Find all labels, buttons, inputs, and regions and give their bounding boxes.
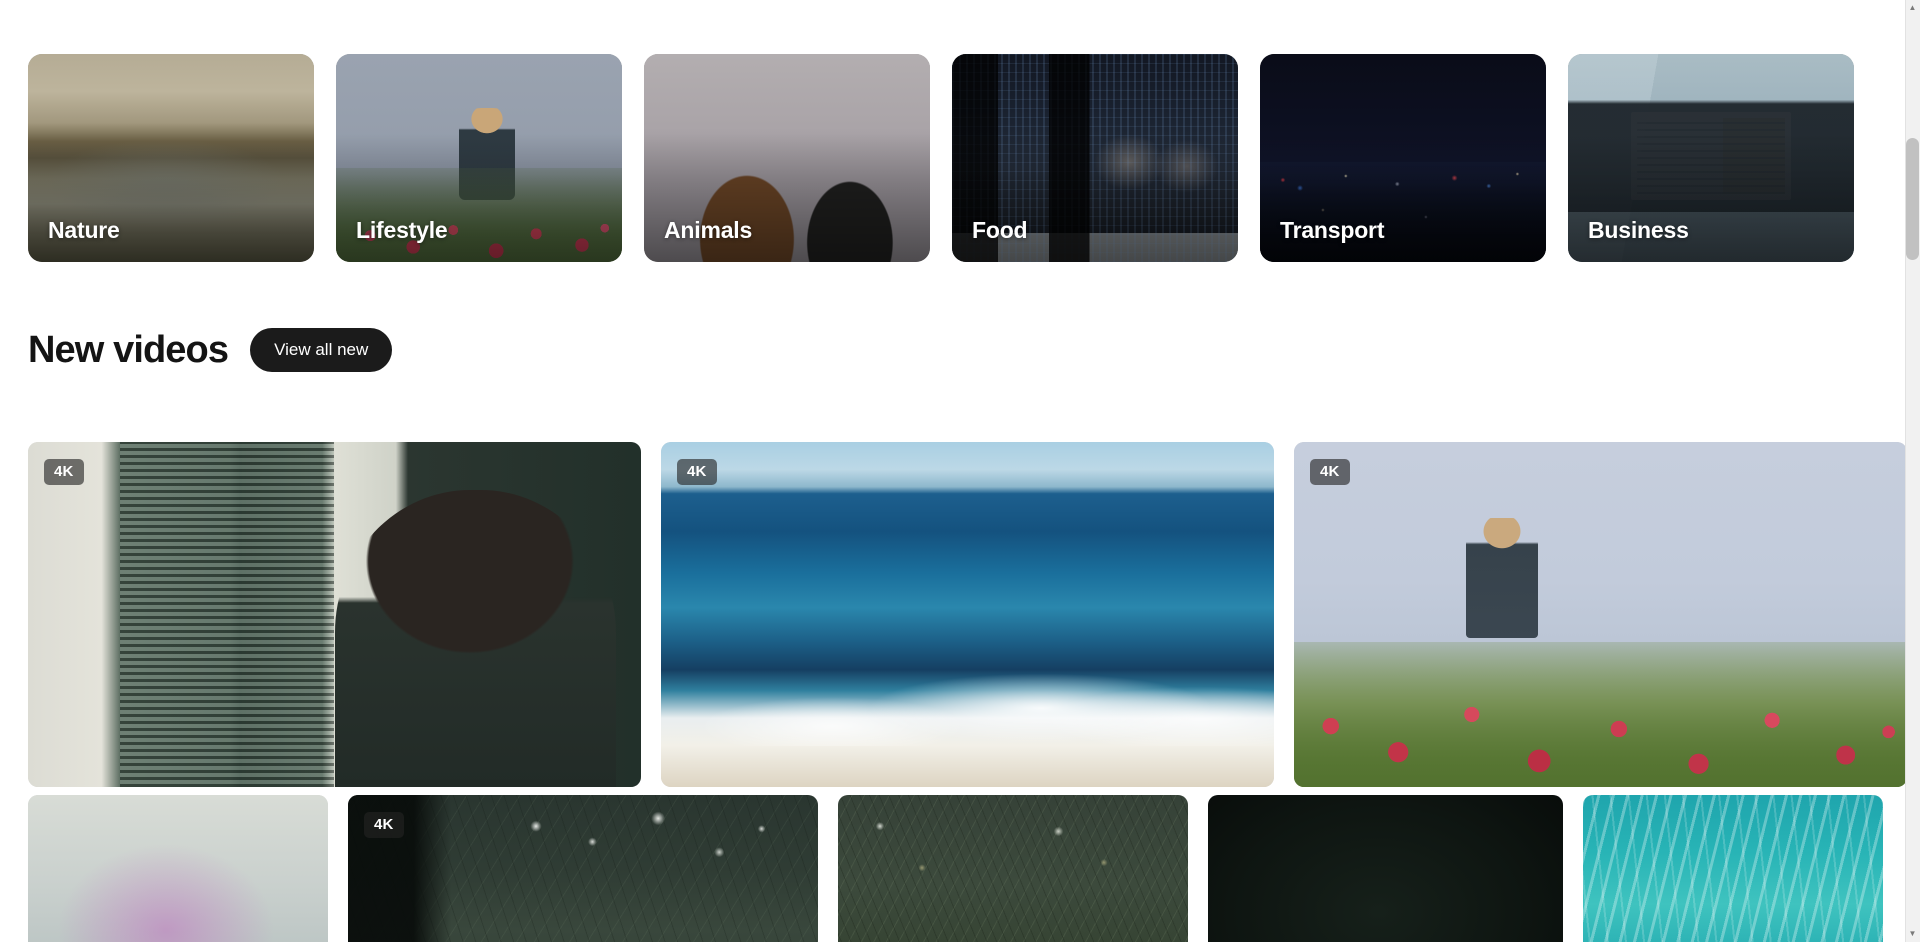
new-videos-header: New videos View all new — [28, 328, 393, 372]
video-thumbnail — [28, 795, 328, 942]
video-card-feather-thistle[interactable] — [28, 795, 328, 942]
video-grid-row-1: 4K 4K 4K — [28, 442, 1907, 787]
person-shape — [1465, 517, 1538, 638]
category-label-animals: Animals — [664, 217, 753, 243]
video-card-forest-trees[interactable]: 4K — [348, 795, 818, 942]
category-card-business[interactable]: Business — [1568, 54, 1854, 262]
category-card-animals[interactable]: Animals — [644, 54, 930, 262]
scroll-up-arrow-icon[interactable]: ▲ — [1905, 0, 1920, 16]
video-thumbnail — [1583, 795, 1883, 942]
category-card-lifestyle[interactable]: Lifestyle — [336, 54, 622, 262]
view-all-new-button[interactable]: View all new — [250, 328, 393, 372]
scroll-down-arrow-icon[interactable]: ▼ — [1905, 926, 1920, 942]
category-card-food[interactable]: Food — [952, 54, 1238, 262]
resolution-badge: 4K — [44, 459, 84, 486]
video-card-ocean-wave-beach[interactable]: 4K — [661, 442, 1274, 787]
category-label-transport: Transport — [1280, 217, 1385, 243]
video-thumbnail — [838, 795, 1188, 942]
video-thumbnail — [661, 442, 1274, 787]
page-title: New videos — [28, 329, 229, 371]
resolution-badge: 4K — [364, 812, 404, 839]
person-shape — [334, 490, 617, 787]
video-thumbnail — [28, 442, 641, 787]
video-grid-row-2: 4K — [28, 795, 1883, 942]
category-label-food: Food — [972, 217, 1028, 243]
video-card-bush-foliage[interactable] — [838, 795, 1188, 942]
page-scrollbar[interactable]: ▲ ▼ — [1905, 0, 1920, 942]
page-root: Nature Lifestyle Animals Food Transport … — [0, 0, 1920, 942]
category-label-nature: Nature — [48, 217, 120, 243]
resolution-badge: 4K — [677, 459, 717, 486]
video-thumbnail — [1294, 442, 1907, 787]
category-carousel: Nature Lifestyle Animals Food Transport … — [28, 54, 1873, 262]
video-thumbnail — [1208, 795, 1563, 942]
resolution-badge: 4K — [1310, 459, 1350, 486]
page-content: Nature Lifestyle Animals Food Transport … — [0, 0, 1907, 942]
video-card-turquoise-water[interactable] — [1583, 795, 1883, 942]
category-card-transport[interactable]: Transport — [1260, 54, 1546, 262]
video-thumbnail — [348, 795, 818, 942]
category-label-lifestyle: Lifestyle — [356, 217, 448, 243]
category-card-nature[interactable]: Nature — [28, 54, 314, 262]
video-card-woman-by-window[interactable]: 4K — [28, 442, 641, 787]
category-label-business: Business — [1588, 217, 1689, 243]
video-card-dark-scene[interactable] — [1208, 795, 1563, 942]
scrollbar-thumb[interactable] — [1906, 138, 1919, 260]
video-card-girl-poppy-field[interactable]: 4K — [1294, 442, 1907, 787]
